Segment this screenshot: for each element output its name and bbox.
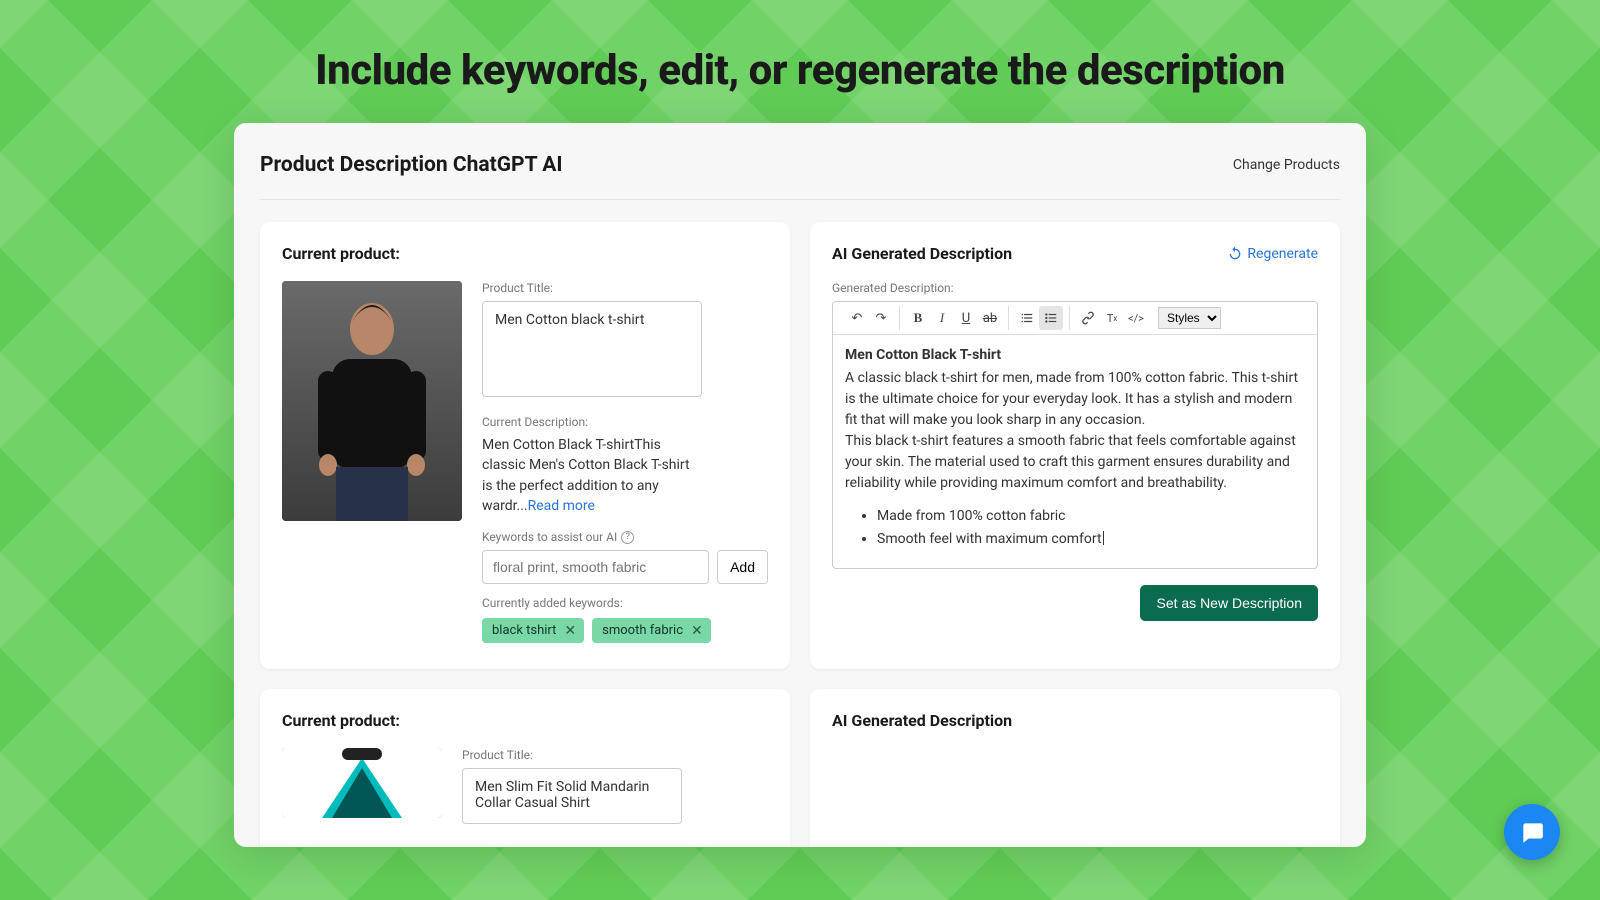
current-product-title: Current product:: [282, 244, 400, 263]
change-products-link[interactable]: Change Products: [1233, 157, 1340, 173]
generated-description-label: Generated Description:: [832, 281, 1318, 295]
generated-description-card: AI Generated Description: [810, 689, 1340, 847]
remove-keyword-icon[interactable]: ✕: [691, 624, 703, 638]
generated-title: AI Generated Description: [832, 711, 1012, 730]
keywords-label: Keywords to assist our AI ?: [482, 530, 768, 544]
generated-title: AI Generated Description: [832, 244, 1012, 263]
product-image: [282, 748, 442, 818]
underline-button[interactable]: U: [954, 306, 978, 330]
generated-heading: Men Cotton Black T-shirt: [845, 345, 1305, 366]
app-window: Product Description ChatGPT AI Change Pr…: [234, 123, 1366, 847]
editor-toolbar: ↶ ↷ B I U ab: [833, 302, 1317, 335]
chat-fab[interactable]: [1504, 804, 1560, 860]
product-image: [282, 281, 462, 521]
clear-format-button[interactable]: Tx: [1100, 306, 1124, 330]
generated-description-card: AI Generated Description Regenerate Gene…: [810, 222, 1340, 669]
promo-headline: Include keywords, edit, or regenerate th…: [0, 0, 1600, 123]
product-title-label: Product Title:: [482, 281, 768, 295]
undo-button[interactable]: ↶: [845, 306, 869, 330]
read-more-link[interactable]: Read more: [528, 498, 595, 514]
keyword-chip-text: black tshirt: [492, 623, 556, 638]
editor-content[interactable]: Men Cotton Black T-shirt A classic black…: [833, 335, 1317, 568]
keyword-chip: black tshirt ✕: [482, 618, 584, 643]
unordered-list-button[interactable]: [1039, 306, 1063, 330]
current-product-card: Current product: Product Title:: [260, 689, 790, 847]
currently-added-label: Currently added keywords:: [482, 596, 768, 610]
help-icon[interactable]: ?: [621, 531, 634, 544]
bold-button[interactable]: B: [906, 306, 930, 330]
page-title: Product Description ChatGPT AI: [260, 153, 563, 177]
current-product-card: Current product:: [260, 222, 790, 669]
redo-button[interactable]: ↷: [869, 306, 893, 330]
current-description-label: Current Description:: [482, 415, 768, 429]
keywords-label-text: Keywords to assist our AI: [482, 530, 617, 544]
product-title-label: Product Title:: [462, 748, 768, 762]
source-button[interactable]: </>: [1124, 306, 1148, 330]
product-title-input[interactable]: [482, 301, 702, 397]
refresh-icon: [1227, 246, 1243, 262]
set-description-button[interactable]: Set as New Description: [1140, 585, 1318, 621]
chat-icon: [1519, 819, 1545, 845]
strikethrough-button[interactable]: ab: [978, 306, 1002, 330]
italic-button[interactable]: I: [930, 306, 954, 330]
keywords-input[interactable]: [482, 550, 709, 584]
app-header: Product Description ChatGPT AI Change Pr…: [260, 153, 1340, 200]
generated-bullet: Smooth feel with maximum comfort: [877, 529, 1305, 550]
ordered-list-button[interactable]: [1015, 306, 1039, 330]
generated-paragraph: A classic black t-shirt for men, made fr…: [845, 368, 1305, 431]
regenerate-button[interactable]: Regenerate: [1227, 246, 1318, 262]
add-keyword-button[interactable]: Add: [717, 550, 768, 584]
generated-bullet-text: Smooth feel with maximum comfort: [877, 531, 1104, 547]
product-title-input[interactable]: [462, 768, 682, 824]
rich-text-editor[interactable]: ↶ ↷ B I U ab: [832, 301, 1318, 569]
remove-keyword-icon[interactable]: ✕: [564, 624, 576, 638]
styles-select[interactable]: Styles: [1158, 307, 1221, 329]
generated-paragraph: This black t-shirt features a smooth fab…: [845, 431, 1305, 494]
current-product-title: Current product:: [282, 711, 400, 730]
keyword-chip: smooth fabric ✕: [592, 618, 711, 643]
generated-bullet: Made from 100% cotton fabric: [877, 506, 1305, 527]
keyword-chip-text: smooth fabric: [602, 623, 683, 638]
regenerate-label: Regenerate: [1247, 246, 1318, 262]
current-description-text: Men Cotton Black T-shirtThis classic Men…: [482, 435, 702, 516]
link-button[interactable]: [1076, 306, 1100, 330]
